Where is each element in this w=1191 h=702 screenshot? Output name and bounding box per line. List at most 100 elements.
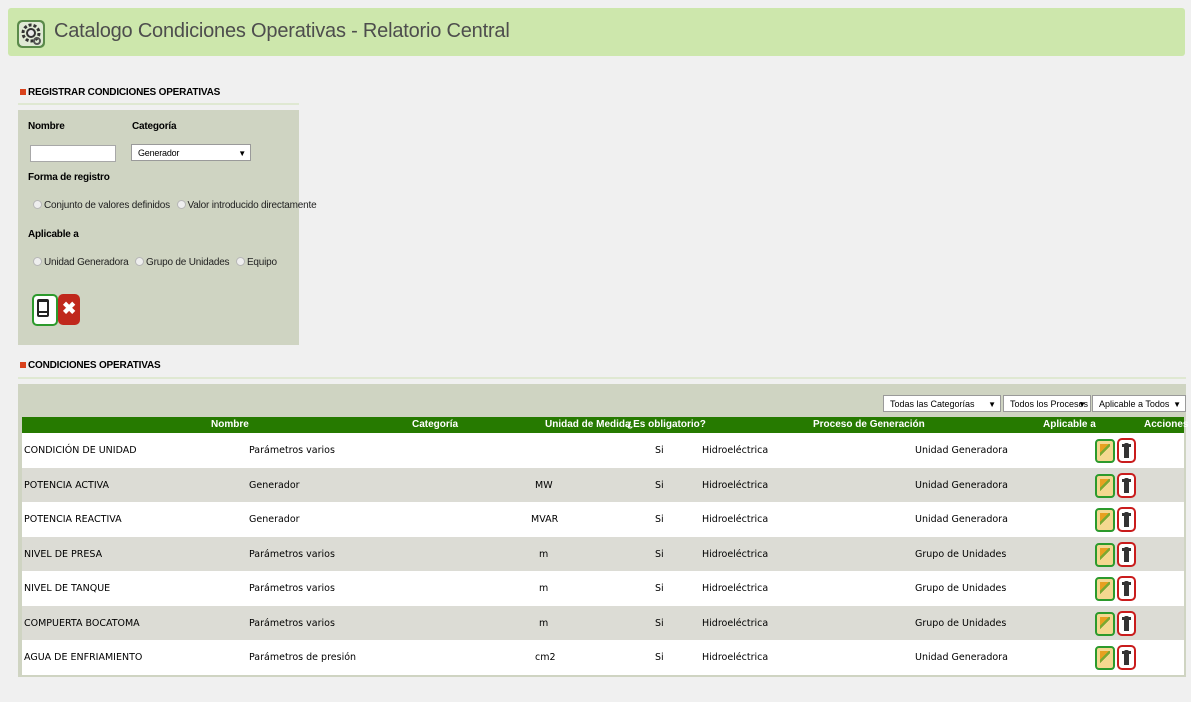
filter-procesos-value: Todos los Procesos: [1010, 399, 1089, 409]
aplicable-label: Aplicable a: [28, 229, 79, 240]
delete-icon[interactable]: [1117, 645, 1136, 670]
cell-categoria: Parámetros varios: [249, 583, 335, 594]
col-nombre[interactable]: Nombre: [211, 419, 249, 430]
cell-aplicable: Grupo de Unidades: [915, 583, 1007, 594]
cell-nombre: CONDICIÓN DE UNIDAD: [24, 445, 137, 456]
cell-obligatorio: Si: [655, 652, 664, 663]
forma-registro-label: Forma de registro: [28, 172, 110, 183]
edit-icon[interactable]: [1095, 611, 1115, 636]
chevron-down-icon: ▼: [1078, 400, 1086, 409]
cell-unidad: m: [539, 617, 549, 629]
edit-icon[interactable]: [1095, 646, 1115, 670]
radio-icon[interactable]: [33, 257, 42, 266]
categoria-label: Categoría: [132, 121, 177, 132]
edit-icon[interactable]: [1095, 439, 1115, 463]
categoria-select[interactable]: Generador ▼: [131, 144, 251, 161]
cell-obligatorio: Si: [655, 617, 664, 629]
radio-label: Valor introducido directamente: [187, 200, 317, 211]
page-title: Catalogo Condiciones Operativas - Relato…: [54, 20, 510, 42]
cell-nombre: POTENCIA ACTIVA: [24, 479, 110, 491]
cell-proceso: Hidroeléctrica: [702, 514, 769, 525]
radio-label: Conjunto de valores definidos: [44, 200, 170, 211]
radio-icon[interactable]: [33, 200, 42, 209]
col-aplicable[interactable]: Aplicable a: [1043, 419, 1096, 430]
edit-icon[interactable]: [1095, 577, 1115, 601]
close-icon: ✖: [61, 299, 77, 318]
col-proceso[interactable]: Proceso de Generación: [813, 419, 925, 430]
delete-icon[interactable]: [1117, 507, 1136, 532]
cell-proceso: Hidroeléctrica: [702, 583, 769, 594]
cell-proceso: Hidroeléctrica: [702, 445, 769, 456]
chevron-down-icon: ▼: [238, 149, 246, 158]
cell-unidad: m: [539, 583, 549, 594]
page-header: Catalogo Condiciones Operativas - Relato…: [8, 8, 1185, 56]
cell-categoria: Parámetros varios: [249, 445, 335, 456]
cell-nombre: POTENCIA REACTIVA: [24, 514, 122, 525]
table-row[interactable]: NIVEL DE PRESA Parámetros varios m Si Hi…: [22, 536, 1184, 571]
col-unidad[interactable]: Unidad de Medida: [545, 419, 631, 430]
delete-icon[interactable]: [1117, 610, 1136, 636]
table-row[interactable]: AGUA DE ENFRIAMIENTO Parámetros de presi…: [22, 640, 1184, 675]
delete-icon[interactable]: [1117, 438, 1136, 463]
cell-obligatorio: Si: [655, 548, 664, 560]
cell-aplicable: Unidad Generadora: [915, 479, 1008, 491]
radio-icon[interactable]: [235, 257, 245, 266]
table-row[interactable]: POTENCIA REACTIVA Generador MVAR Si Hidr…: [22, 502, 1184, 537]
cell-nombre: NIVEL DE PRESA: [24, 548, 103, 560]
categoria-select-value: Generador: [138, 148, 180, 158]
cell-unidad: cm2: [535, 652, 556, 663]
radio-label: Unidad Generadora: [44, 257, 129, 268]
col-acciones: Acciones: [1144, 419, 1189, 430]
edit-icon[interactable]: [1095, 508, 1115, 532]
radio-grupo-unidades[interactable]: Grupo de Unidades: [135, 257, 230, 268]
table-row[interactable]: COMPUERTA BOCATOMA Parámetros varios m S…: [22, 605, 1184, 640]
edit-icon[interactable]: [1095, 542, 1115, 567]
register-heading-text: REGISTRAR CONDICIONES OPERATIVAS: [28, 87, 221, 98]
table-row[interactable]: CONDICIÓN DE UNIDAD Parámetros varios Si…: [22, 433, 1184, 468]
cell-categoria: Parámetros varios: [249, 548, 335, 560]
col-obligatorio[interactable]: ¿Es obligatorio?: [627, 419, 706, 430]
cell-proceso: Hidroeléctrica: [702, 652, 769, 663]
cell-nombre: COMPUERTA BOCATOMA: [24, 617, 140, 629]
radio-equipo[interactable]: Equipo: [235, 257, 277, 268]
filter-aplicable-value: Aplicable a Todos: [1099, 399, 1170, 409]
edit-icon[interactable]: [1095, 473, 1115, 498]
filter-procesos-select[interactable]: Todos los Procesos ▼: [1003, 395, 1091, 412]
filter-categorias-select[interactable]: Todas las Categorías ▼: [883, 395, 1001, 412]
col-categoria[interactable]: Categoría: [412, 419, 458, 430]
chevron-down-icon: ▼: [1173, 400, 1181, 409]
table-row[interactable]: NIVEL DE TANQUE Parámetros varios m Si H…: [22, 571, 1184, 606]
filter-categorias-value: Todas las Categorías: [890, 399, 975, 409]
chevron-down-icon: ▼: [988, 400, 996, 409]
radio-unidad-generadora[interactable]: Unidad Generadora: [33, 257, 129, 268]
cell-obligatorio: Si: [655, 445, 664, 456]
list-heading-text: CONDICIONES OPERATIVAS: [28, 360, 161, 371]
save-icon: [37, 299, 49, 317]
conditions-table: Todas las Categorías ▼ Todos los Proceso…: [18, 384, 1189, 677]
radio-icon[interactable]: [135, 257, 145, 266]
radio-valor-directo[interactable]: Valor introducido directamente: [176, 200, 317, 211]
nombre-input[interactable]: [30, 145, 116, 162]
cell-categoria: Generador: [249, 514, 300, 525]
delete-icon[interactable]: [1117, 541, 1136, 567]
radio-label: Grupo de Unidades: [146, 257, 230, 268]
save-button[interactable]: [32, 294, 58, 326]
radio-icon[interactable]: [176, 200, 186, 209]
delete-icon[interactable]: [1117, 576, 1136, 601]
register-form: Nombre Categoría Generador ▼ Forma de re…: [18, 110, 317, 345]
cell-obligatorio: Si: [655, 583, 664, 594]
cell-categoria: Generador: [249, 479, 300, 491]
cell-aplicable: Unidad Generadora: [915, 514, 1008, 525]
cell-categoria: Parámetros varios: [249, 617, 335, 629]
cell-proceso: Hidroeléctrica: [702, 479, 769, 491]
register-section-heading: REGISTRAR CONDICIONES OPERATIVAS: [20, 87, 220, 98]
radio-conjunto-valores[interactable]: Conjunto de valores definidos: [33, 200, 170, 211]
nombre-label: Nombre: [28, 121, 65, 132]
table-row[interactable]: POTENCIA ACTIVA Generador MW Si Hidroelé…: [22, 467, 1184, 502]
list-divider: [18, 377, 1186, 379]
filter-aplicable-select[interactable]: Aplicable a Todos ▼: [1092, 395, 1186, 412]
cancel-button[interactable]: ✖: [58, 294, 80, 325]
cell-nombre: AGUA DE ENFRIAMIENTO: [24, 652, 143, 663]
delete-icon[interactable]: [1117, 472, 1136, 498]
cell-obligatorio: Si: [655, 514, 664, 525]
